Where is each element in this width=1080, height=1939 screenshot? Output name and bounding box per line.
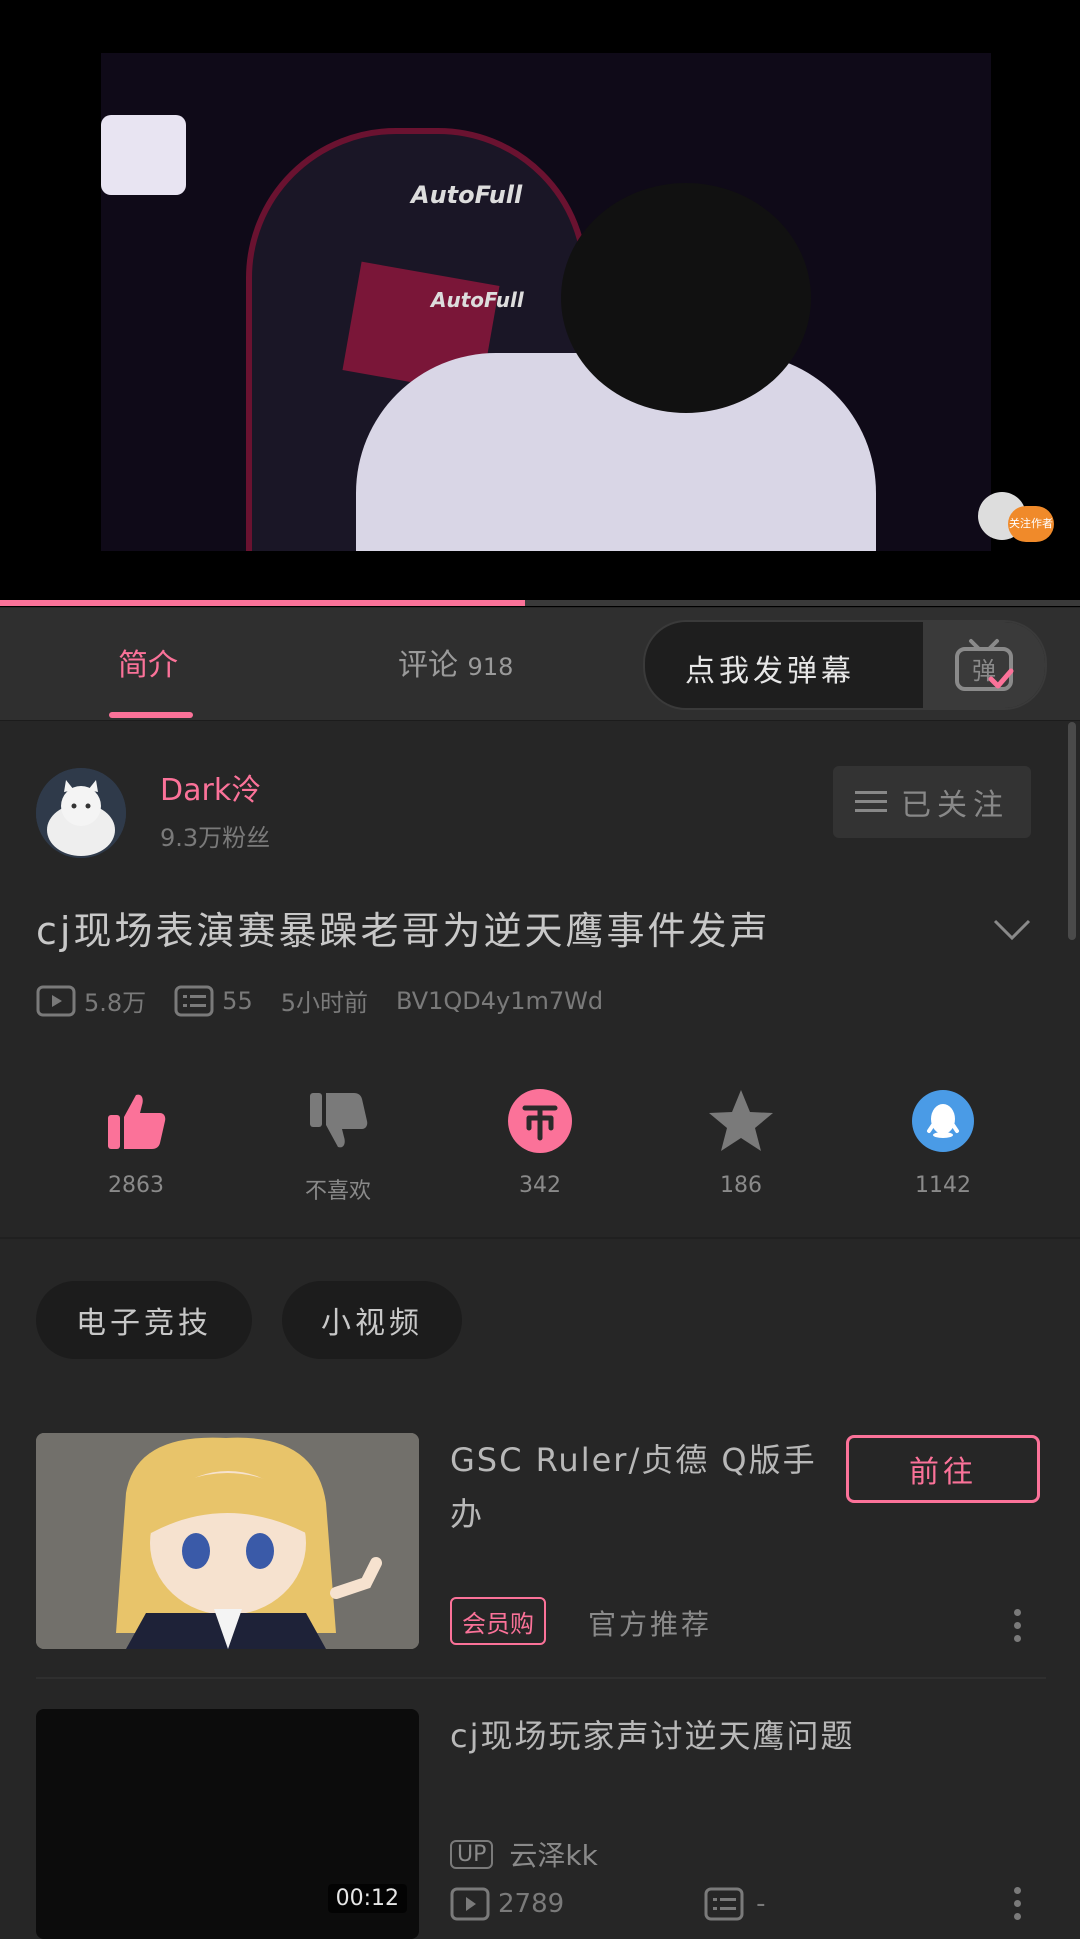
like-count: 2863: [108, 1173, 164, 1198]
more-options-icon[interactable]: [1014, 1887, 1022, 1926]
dislike-label: 不喜欢: [304, 1179, 371, 1204]
chair-logo-text: AutoFull: [411, 181, 523, 209]
publish-time: 5小时前: [280, 989, 368, 1017]
more-options-icon[interactable]: [1014, 1609, 1022, 1648]
share-button[interactable]: 1142: [873, 1085, 1013, 1198]
recommendation-danmaku: -: [756, 1889, 766, 1919]
tab-intro[interactable]: 简介: [118, 640, 178, 684]
play-count-icon: [36, 985, 76, 1016]
uploader-fans: 9.3万粉丝: [160, 824, 271, 852]
recommendation-title: GSC Ruler/贞德 Q版手办: [450, 1441, 817, 1533]
recommendation-thumbnail: 00:12: [36, 1709, 419, 1939]
followed-button-label: 已关注: [901, 788, 1009, 823]
recommendation-title: cj现场玩家声讨逆天鹰问题: [450, 1717, 855, 1755]
cat-avatar-image: [36, 768, 126, 858]
video-progress-fill: [0, 600, 525, 606]
danmaku-count: 55: [222, 986, 253, 1015]
share-count: 1142: [915, 1173, 971, 1198]
video-player[interactable]: AutoFull AutoFull 关注作者: [0, 0, 1080, 607]
tab-comments-label: 评论: [398, 648, 458, 683]
recommendation-item-shop[interactable]: GSC Ruler/贞德 Q版手办 前往 会员购 官方推荐: [36, 1433, 1046, 1663]
like-button[interactable]: 2863: [66, 1085, 206, 1198]
figure-thumbnail-image: [36, 1433, 419, 1649]
danmaku-count-icon: [704, 1887, 744, 1921]
favorite-count: 186: [720, 1173, 762, 1198]
video-duration: 00:12: [327, 1884, 407, 1913]
recommendation-views: 2789: [498, 1889, 565, 1919]
detail-tab-bar: 简介 评论 918 点我发弹幕 弹: [0, 608, 1080, 721]
uploader-name[interactable]: Dark泠: [160, 765, 261, 809]
danmaku-placeholder: 点我发弹幕: [685, 654, 855, 689]
bvid: BV1QD4y1m7Wd: [396, 986, 604, 1015]
view-count: 5.8万: [84, 989, 147, 1017]
star-icon: [709, 1090, 773, 1151]
uploader-avatar[interactable]: [36, 768, 126, 858]
video-title: cj现场表演赛暴躁老哥为逆天鹰事件发声: [36, 909, 771, 953]
action-bar: 2863 不喜欢 342 186 1142: [0, 1085, 1080, 1205]
tag-esports[interactable]: 电子竞技: [36, 1281, 252, 1359]
coin-count: 342: [519, 1173, 561, 1198]
tab-comments[interactable]: 评论 918: [398, 640, 513, 684]
coin-icon: [508, 1089, 572, 1153]
video-scene-person-head: [561, 183, 811, 413]
tag-short-video[interactable]: 小视频: [282, 1281, 462, 1359]
followed-button[interactable]: 已关注: [833, 766, 1031, 838]
thumbs-down-icon: [310, 1093, 368, 1148]
thumbs-up-icon: [108, 1094, 166, 1149]
chair-logo-text: AutoFull: [431, 288, 524, 312]
dislike-button[interactable]: 不喜欢: [268, 1085, 408, 1205]
section-divider: [0, 1237, 1080, 1239]
tab-comments-count: 918: [467, 653, 514, 681]
tab-active-indicator: [109, 712, 193, 718]
recommendation-item-video[interactable]: 00:12 cj现场玩家声讨逆天鹰问题 UP 云泽kk 2789 -: [36, 1709, 1046, 1939]
video-progress-bar[interactable]: [0, 600, 1080, 606]
follow-author-badge[interactable]: 关注作者: [1008, 506, 1054, 542]
coin-button[interactable]: 342: [470, 1085, 610, 1198]
play-count-icon: [450, 1887, 490, 1921]
video-frame: AutoFull AutoFull: [101, 53, 991, 551]
vip-shop-badge: 会员购: [450, 1597, 546, 1645]
video-meta-row: 5.8万 55 5小时前 BV1QD4y1m7Wd: [36, 983, 613, 1018]
favorite-button[interactable]: 186: [671, 1085, 811, 1198]
scrollbar[interactable]: [1068, 722, 1076, 940]
official-recommend-label: 官方推荐: [588, 1608, 713, 1641]
recommendation-thumbnail: [36, 1433, 419, 1649]
danmaku-input[interactable]: 点我发弹幕 弹: [643, 620, 1047, 710]
goto-button[interactable]: 前往: [846, 1435, 1040, 1503]
qq-share-icon: [912, 1090, 974, 1152]
recommendation-uploader: 云泽kk: [509, 1839, 598, 1872]
expand-chevron-icon[interactable]: [992, 918, 1032, 946]
menu-lines-icon: [855, 791, 887, 812]
recommendation-stats: 2789 -: [450, 1887, 766, 1921]
danmaku-count-icon: [174, 985, 214, 1016]
danmaku-toggle-button[interactable]: 弹: [923, 622, 1045, 708]
list-divider: [36, 1677, 1046, 1679]
up-badge: UP: [450, 1839, 494, 1869]
uploader-row: UP 云泽kk: [450, 1834, 598, 1874]
danmaku-tv-icon: 弹: [955, 639, 1014, 691]
video-scene-hand: [101, 115, 186, 195]
